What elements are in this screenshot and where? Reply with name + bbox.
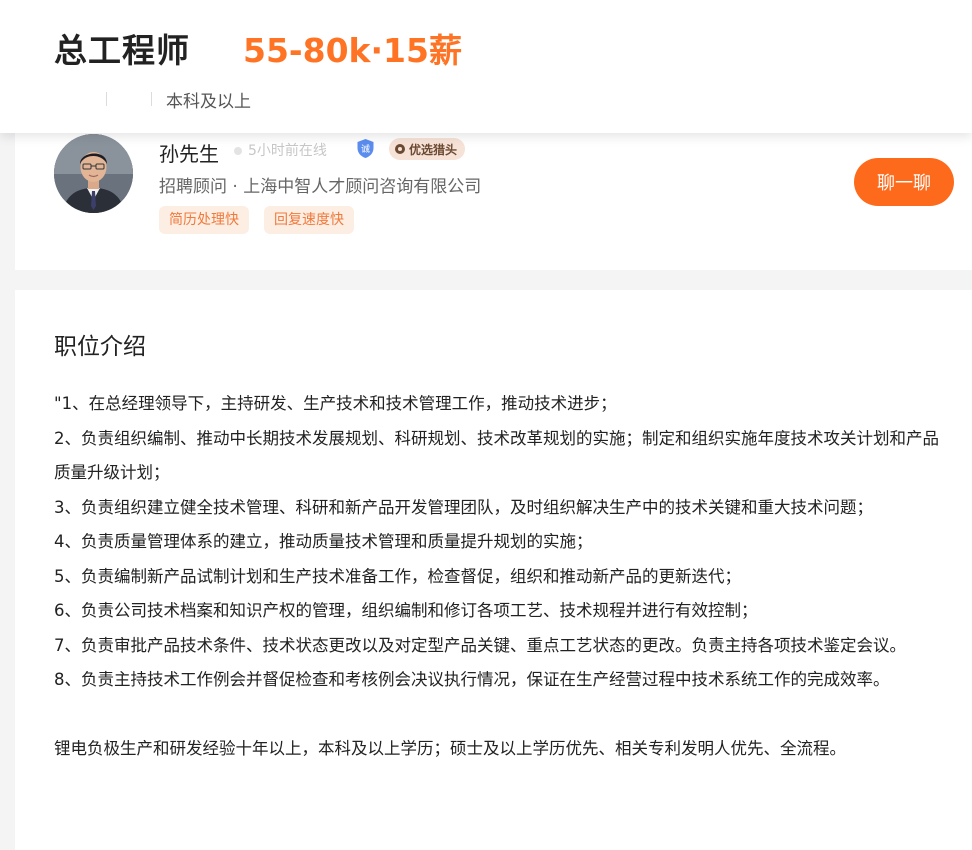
duty-line: 3、负责组织建立健全技术管理、科研和新产品开发管理团队，及时组织解决生产中的技术… xyxy=(54,497,873,517)
duty-line: 4、负责质量管理体系的建立，推动质量技术管理和质量提升规划的实施； xyxy=(54,532,593,551)
chat-button[interactable]: 聊一聊 xyxy=(854,158,954,206)
online-status: 5小时前在线 xyxy=(248,143,327,159)
avatar[interactable] xyxy=(54,134,133,213)
premium-headhunter-badge: 优选猎头 xyxy=(389,138,466,160)
duty-line: 7、负责审批产品技术条件、技术状态更改以及对定型产品关键、重点工艺状态的更改。负… xyxy=(54,635,906,655)
education-requirement: 本科及以上 xyxy=(166,91,251,112)
duty-line: 6、负责公司技术档案和知识产权的管理，组织编制和修订各项工艺、技术规程并进行有效… xyxy=(54,601,758,620)
recruiter-name: 孙先生 xyxy=(159,142,219,166)
online-status-dot xyxy=(234,147,242,155)
badge-icon xyxy=(395,144,405,154)
duty-line: "1、在总经理领导下，主持研发、生产技术和技术管理工作，推动技术进步； xyxy=(54,394,617,413)
tag-fast-reply: 回复速度快 xyxy=(264,206,354,234)
duty-line: 2、负责组织编制、推动中长期技术发展规划、科研规划、技术改革规划的实施；制定和组… xyxy=(54,428,939,483)
verified-shield-icon: 诚 xyxy=(357,139,374,158)
badge-label: 优选猎头 xyxy=(409,142,458,157)
job-header: 总工程师 55-80k·15薪 本科及以上 xyxy=(0,0,972,133)
section-heading: 职位介绍 xyxy=(54,334,146,360)
recruiter-card: 孙先生 5小时前在线 诚 优选猎头 招聘顾问 · 上海中智人才顾问咨询有限公司 … xyxy=(15,120,972,270)
job-description: "1、在总经理领导下，主持研发、生产技术和技术管理工作，推动技术进步； 2、负责… xyxy=(54,387,954,766)
tag-fast-resume-processing: 简历处理快 xyxy=(159,206,249,234)
requirements-row: 本科及以上 xyxy=(54,86,251,112)
requirement-line: 锂电负极生产和研发经验十年以上，本科及以上学历；硕士及以上学历优先、相关专利发明… xyxy=(54,738,846,758)
job-title: 总工程师 xyxy=(54,31,190,70)
divider xyxy=(151,92,152,106)
avatar-photo-icon xyxy=(54,134,133,213)
salary: 55-80k·15薪 xyxy=(243,31,462,70)
duty-line: 8、负责主持技术工作例会并督促检查和考核例会决议执行情况，保证在生产经营过程中技… xyxy=(54,670,890,689)
duty-line: 5、负责编制新产品试制计划和生产技术准备工作，检查督促，组织和推动新产品的更新迭… xyxy=(54,566,741,586)
job-description-card: 职位介绍 "1、在总经理领导下，主持研发、生产技术和技术管理工作，推动技术进步；… xyxy=(15,290,972,850)
divider xyxy=(106,92,107,106)
svg-text:诚: 诚 xyxy=(361,143,370,155)
recruiter-role-company: 招聘顾问 · 上海中智人才顾问咨询有限公司 xyxy=(159,177,482,197)
